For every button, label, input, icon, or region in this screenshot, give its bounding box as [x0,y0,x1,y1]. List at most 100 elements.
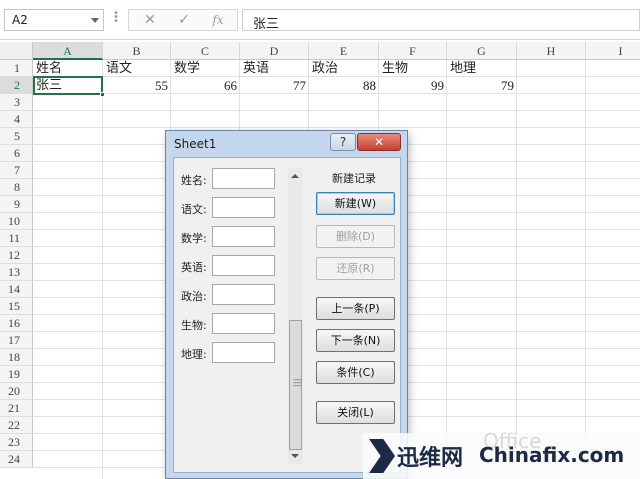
row-header-14[interactable]: 14 [0,281,33,298]
column-header-e[interactable]: E [309,42,379,60]
row-header-6[interactable]: 6 [0,145,33,162]
column-header-g[interactable]: G [447,42,517,60]
score-cell[interactable]: 77 [240,77,309,94]
row-header-8[interactable]: 8 [0,179,33,196]
column-gridline [102,60,103,479]
criteria-button[interactable]: 条件(C) [316,361,395,384]
more-icon: • • • [113,8,119,27]
name-box-value: A2 [12,13,28,27]
new-button[interactable]: 新建(W) [316,192,395,215]
field-input[interactable] [212,342,275,363]
header-cell[interactable]: 英语 [240,60,309,77]
name-box[interactable]: A2 [4,9,104,31]
row-header-16[interactable]: 16 [0,315,33,332]
close-button[interactable]: 关闭(L) [316,401,395,424]
score-cell[interactable]: 88 [309,77,379,94]
scroll-thumb[interactable]: — — — [289,320,302,450]
fill-handle[interactable] [100,92,105,97]
formula-value: 张三 [253,17,280,32]
scroll-down-icon[interactable] [291,454,299,458]
score-cell[interactable]: 66 [171,77,240,94]
header-cell[interactable]: 地理 [447,60,517,77]
row-header-12[interactable]: 12 [0,247,33,264]
header-cell[interactable]: 语文 [103,60,171,77]
help-button[interactable]: ? [330,133,356,151]
header-cell[interactable]: 数学 [171,60,240,77]
row-header-1[interactable]: 1 [0,60,33,77]
grip-icon: — — — [293,375,302,391]
field-input[interactable] [212,284,275,305]
field-input[interactable] [212,255,275,276]
field-input[interactable] [212,197,275,218]
dialog-body: 姓名: 语文: 数学: 英语: 政治: 生物: 地理: — — — 新建记录 新建(W) 删除(… [173,157,401,473]
formula-buttons: ✕ ✓ fx [128,9,238,31]
header-cell[interactable]: 生物 [379,60,447,77]
column-header-i[interactable]: I [586,42,640,60]
record-scrollbar[interactable]: — — — [288,168,303,464]
insert-function-icon[interactable]: fx [203,11,233,29]
formula-input[interactable]: 张三 [242,9,640,32]
column-gridline [446,60,447,479]
row-header-9[interactable]: 9 [0,196,33,213]
row-header-24[interactable]: 24 [0,451,33,468]
data-form-dialog: Sheet1 ? ✕ 姓名: 语文: 数学: 英语: 政治: 生物: 地理: — — — 新建记… [165,130,408,479]
column-header-h[interactable]: H [517,42,586,60]
watermark: Office 迅维网 Chinafix.com [363,429,640,479]
restore-button: 还原(R) [316,257,395,280]
row-header-19[interactable]: 19 [0,366,33,383]
chevron-down-icon[interactable] [91,18,99,23]
row-header-11[interactable]: 11 [0,230,33,247]
field-label: 生物: [181,319,207,332]
row-header-23[interactable]: 23 [0,434,33,451]
column-header-f[interactable]: F [379,42,447,60]
watermark-cn: 迅维网 [397,446,464,471]
field-input[interactable] [212,313,275,334]
score-cell[interactable]: 55 [103,77,171,94]
column-header-b[interactable]: B [103,42,171,60]
dialog-title: Sheet1 [174,137,217,151]
row-header-15[interactable]: 15 [0,298,33,315]
active-cell-selection[interactable] [33,76,105,97]
field-input[interactable] [212,168,275,189]
field-input[interactable] [212,226,275,247]
scroll-up-icon[interactable] [291,174,299,178]
row-header-20[interactable]: 20 [0,383,33,400]
select-all-corner[interactable] [0,42,33,60]
field-label: 数学: [181,232,207,245]
row-header-22[interactable]: 22 [0,417,33,434]
formula-bar: A2 • • • ✕ ✓ fx 张三 [0,0,640,40]
close-icon[interactable]: ✕ [357,133,401,151]
row-header-2[interactable]: 2 [0,77,33,94]
row-header-5[interactable]: 5 [0,128,33,145]
row-header-7[interactable]: 7 [0,162,33,179]
row-gridline [33,110,640,111]
column-header-d[interactable]: D [240,42,309,60]
prev-button[interactable]: 上一条(P) [316,297,395,320]
column-header-a[interactable]: A [33,42,103,60]
row-gridline [33,127,640,128]
logo-arrow-icon [369,439,395,473]
field-label: 语文: [181,203,207,216]
column-header-c[interactable]: C [171,42,240,60]
field-label: 政治: [181,290,207,303]
row-header-17[interactable]: 17 [0,332,33,349]
field-label: 英语: [181,261,207,274]
column-gridline [516,60,517,479]
row-header-13[interactable]: 13 [0,264,33,281]
row-header-18[interactable]: 18 [0,349,33,366]
header-cell[interactable]: 政治 [309,60,379,77]
header-cell[interactable]: 姓名 [33,60,103,77]
cancel-icon[interactable]: ✕ [135,11,165,29]
field-label: 地理: [181,348,207,361]
row-header-21[interactable]: 21 [0,400,33,417]
score-cell[interactable]: 79 [447,77,517,94]
field-label: 姓名: [181,174,207,187]
enter-icon[interactable]: ✓ [169,11,199,29]
row-header-3[interactable]: 3 [0,94,33,111]
row-header-10[interactable]: 10 [0,213,33,230]
record-status: 新建记录 [332,172,376,185]
score-cell[interactable]: 99 [379,77,447,94]
next-button[interactable]: 下一条(N) [316,329,395,352]
row-header-4[interactable]: 4 [0,111,33,128]
delete-button: 删除(D) [316,225,395,248]
